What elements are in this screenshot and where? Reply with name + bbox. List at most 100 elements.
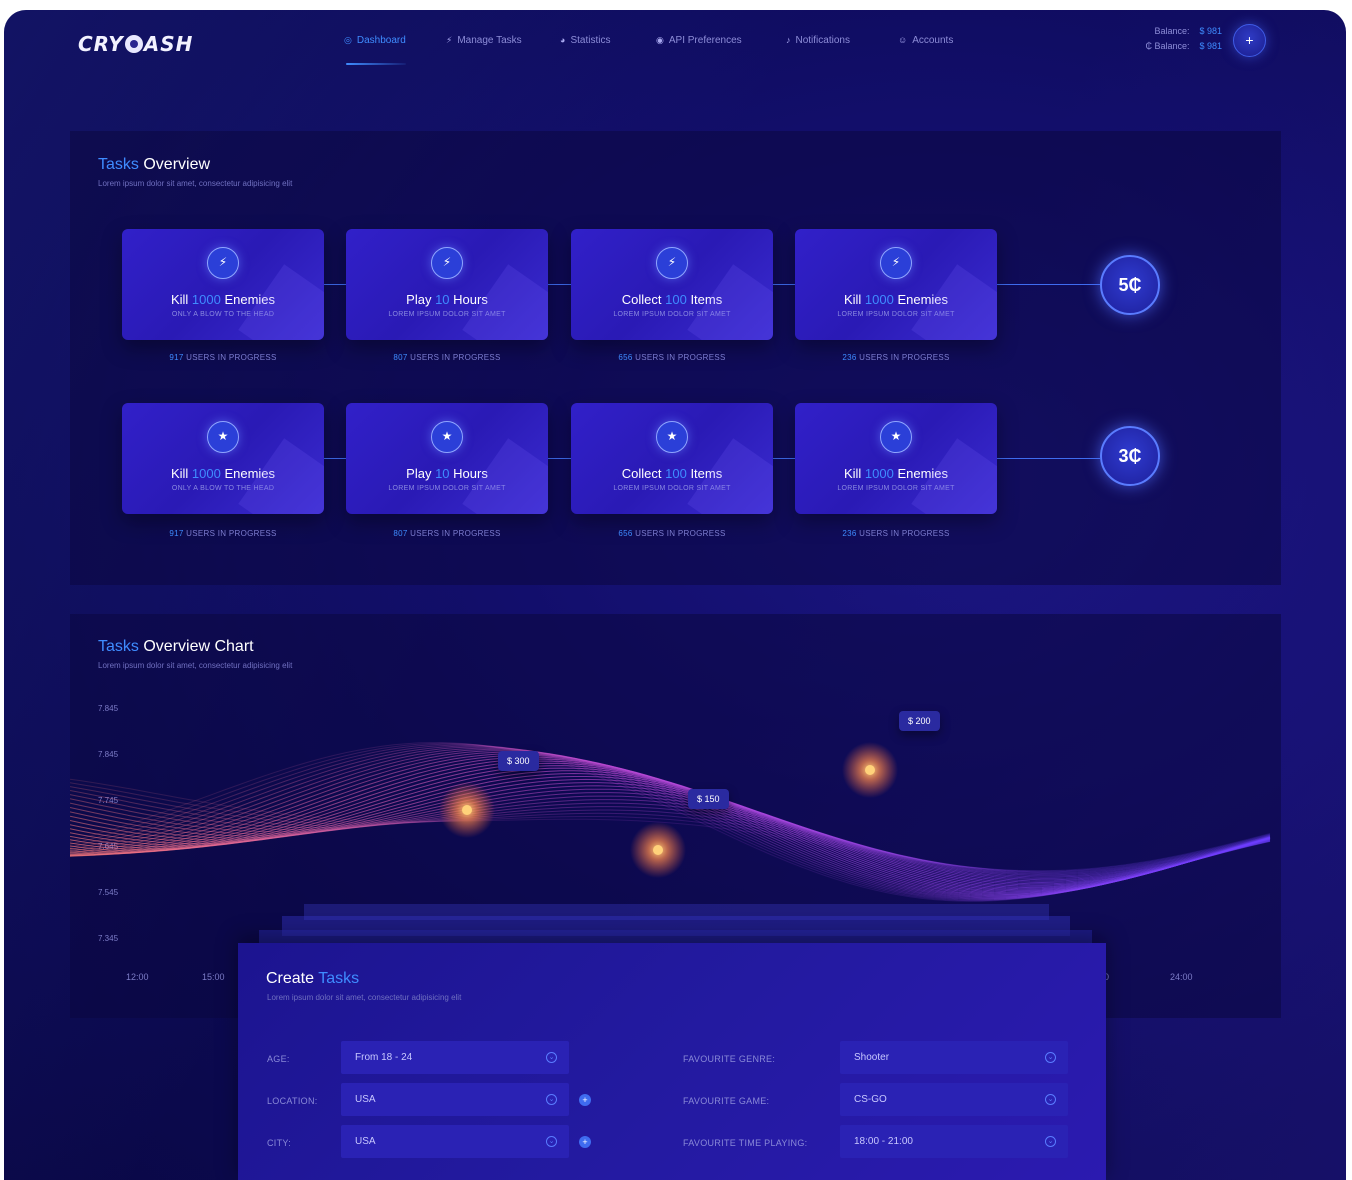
users-in-progress: 236 USERS IN PROGRESS [842,353,950,362]
chart-tooltip: $ 300 [498,751,539,771]
location-select[interactable]: USA ⌄ [341,1083,569,1116]
task-title: Kill 1000 Enemies [843,466,949,481]
nav-manage-tasks[interactable]: ⚡ Manage Tasks [446,30,560,50]
wave-chart [70,742,1271,902]
star-icon: ★ [880,421,912,453]
users-in-progress: 807 USERS IN PROGRESS [393,353,501,362]
age-select[interactable]: From 18 - 24 ⌄ [341,1041,569,1074]
brand-logo[interactable]: CRY ASH [78,32,193,56]
task-subtitle: LOREM IPSUM DOLOR SIT AMET [837,485,955,492]
task-subtitle: LOREM IPSUM DOLOR SIT AMET [388,311,506,318]
chevron-down-icon: ⌄ [1045,1136,1056,1147]
location-label: LOCATION: [267,1096,318,1106]
chevron-down-icon: ⌄ [1045,1094,1056,1105]
time-playing-select[interactable]: 18:00 - 21:00 ⌄ [840,1125,1068,1158]
task-connector-line [324,284,346,285]
chart-subtitle: Lorem ipsum dolor sit amet, consectetur … [98,661,293,670]
star-icon: ★ [656,421,688,453]
task-title: Kill 1000 Enemies [170,466,276,481]
reward-badge[interactable]: 5₵ [1100,255,1160,315]
app-window: CRY ASH ◎ Dashboard ⚡ Manage Tasks ◕ Stat… [4,10,1346,1180]
star-icon: ★ [207,421,239,453]
chart-point-dot [865,765,875,775]
task-subtitle: LOREM IPSUM DOLOR SIT AMET [613,311,731,318]
task-connector-line [548,284,571,285]
users-in-progress: 807 USERS IN PROGRESS [393,529,501,538]
users-in-progress: 656 USERS IN PROGRESS [618,529,726,538]
active-tab-indicator [346,63,406,65]
add-location-icon[interactable]: + [579,1094,591,1106]
bolt-icon: ⚡ [446,34,453,45]
city-label: CITY: [267,1138,292,1148]
task-card[interactable]: ⚡ Play 10 Hours LOREM IPSUM DOLOR SIT AMET [346,229,548,340]
genre-label: FAVOURITE GENRE: [683,1054,776,1064]
task-title: Collect 100 Items [621,466,723,481]
top-navigation-bar: CRY ASH ◎ Dashboard ⚡ Manage Tasks ◕ Stat… [4,10,1346,70]
task-subtitle: LOREM IPSUM DOLOR SIT AMET [388,485,506,492]
bolt-icon: ⚡ [431,247,463,279]
task-connector-line [773,458,795,459]
task-subtitle: ONLY A BLOW TO THE HEAD [171,311,275,318]
bell-icon: ♪ [786,35,791,45]
chart-point-dot [462,805,472,815]
task-title: Play 10 Hours [406,292,488,307]
task-connector-line [548,458,571,459]
task-title: Kill 1000 Enemies [170,292,276,307]
task-subtitle: ONLY A BLOW TO THE HEAD [171,485,275,492]
task-title: Play 10 Hours [406,466,488,481]
nav-api-preferences[interactable]: ◉ API Preferences [656,30,786,50]
task-card[interactable]: ★ Kill 1000 Enemies LOREM IPSUM DOLOR SIT … [795,403,997,514]
game-select[interactable]: CS-GO ⌄ [840,1083,1068,1116]
genre-select[interactable]: Shooter ⌄ [840,1041,1068,1074]
task-card[interactable]: ★ Collect 100 Items LOREM IPSUM DOLOR SIT … [571,403,773,514]
add-button[interactable]: + [1233,24,1266,57]
reward-connector-line [997,458,1100,459]
bolt-icon: ⚡ [880,247,912,279]
create-tasks-title: Create Tasks [266,970,360,987]
chart-tooltip: $ 200 [899,711,940,731]
task-card[interactable]: ⚡ Kill 1000 Enemies ONLY A BLOW TO THE HEA… [122,229,324,340]
time-playing-label: FAVOURITE TIME PLAYING: [683,1138,808,1148]
pie-chart-icon: ◕ [560,35,566,45]
chevron-down-icon: ⌄ [546,1052,557,1063]
target-icon: ◉ [656,34,664,45]
user-icon: ☺ [898,35,908,45]
users-in-progress: 917 USERS IN PROGRESS [169,353,277,362]
chart-title: Tasks Overview Chart [98,638,254,655]
logo-text-left: CRY [78,32,124,56]
nav-dashboard[interactable]: ◎ Dashboard [344,30,446,50]
bolt-icon: ⚡ [656,247,688,279]
chevron-down-icon: ⌄ [1045,1052,1056,1063]
nav-accounts[interactable]: ☺ Accounts [898,30,978,50]
task-subtitle: LOREM IPSUM DOLOR SIT AMET [613,485,731,492]
task-subtitle: LOREM IPSUM DOLOR SIT AMET [837,311,955,318]
reward-connector-line [997,284,1100,285]
add-city-icon[interactable]: + [579,1136,591,1148]
users-in-progress: 917 USERS IN PROGRESS [169,529,277,538]
balance-display: Balance: $ 981 ₵ Balance: $ 981 [1145,26,1222,51]
dashboard-icon: ◎ [344,34,352,45]
x-tick: 24:00 [1170,972,1193,982]
wave-lines [70,742,1271,902]
tasks-overview-title: Tasks Overview [98,156,211,173]
x-tick: 12:00 [126,972,149,982]
task-connector-line [773,284,795,285]
users-in-progress: 656 USERS IN PROGRESS [618,353,726,362]
age-label: AGE: [267,1054,290,1064]
game-label: FAVOURITE GAME: [683,1096,770,1106]
task-card[interactable]: ⚡ Collect 100 Items LOREM IPSUM DOLOR SIT … [571,229,773,340]
reward-badge[interactable]: 3₵ [1100,426,1160,486]
logo-text-right: ASH [143,32,194,56]
nav-statistics[interactable]: ◕ Statistics [560,30,656,50]
task-card[interactable]: ★ Play 10 Hours LOREM IPSUM DOLOR SIT AMET [346,403,548,514]
main-nav: ◎ Dashboard ⚡ Manage Tasks ◕ Statistics … [344,30,978,50]
task-card[interactable]: ★ Kill 1000 Enemies ONLY A BLOW TO THE HEA… [122,403,324,514]
city-select[interactable]: USA ⌄ [341,1125,569,1158]
bolt-icon: ⚡ [207,247,239,279]
nav-notifications[interactable]: ♪ Notifications [786,30,898,50]
task-card[interactable]: ⚡ Kill 1000 Enemies LOREM IPSUM DOLOR SIT … [795,229,997,340]
chart-point-dot [653,845,663,855]
create-tasks-subtitle: Lorem ipsum dolor sit amet, consectetur … [267,993,462,1002]
tasks-overview-subtitle: Lorem ipsum dolor sit amet, consectetur … [98,179,293,188]
task-connector-line [324,458,346,459]
